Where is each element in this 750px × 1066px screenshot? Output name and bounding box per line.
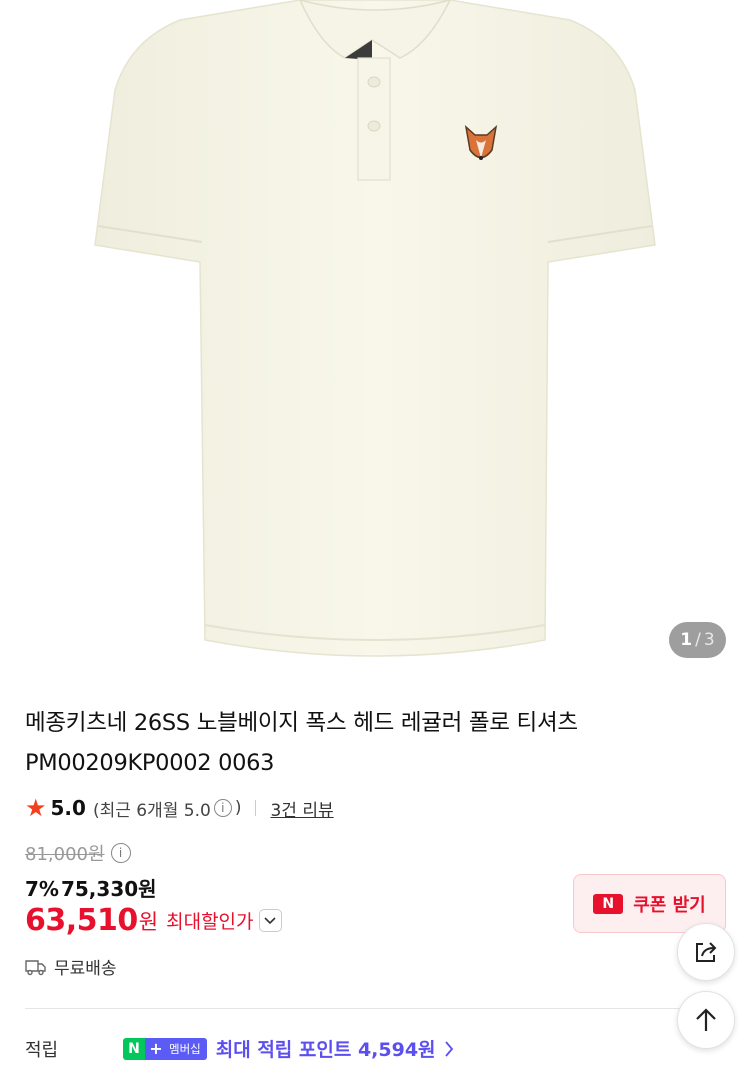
points-label: 적립 xyxy=(25,1040,59,1061)
points-link[interactable]: N + 멤버십 최대 적립 포인트 4,594원 xyxy=(123,1035,455,1062)
max-points-text: 최대 적립 포인트 4,594원 xyxy=(215,1039,436,1061)
membership-badge-label: 멤버십 xyxy=(167,1037,207,1060)
shipping-row: 무료배송 xyxy=(25,954,117,979)
max-discount-label: 최대할인가 xyxy=(166,911,254,933)
coupon-button-label: 쿠폰 받기 xyxy=(633,894,706,916)
arrow-up-icon xyxy=(696,1008,716,1031)
max-discount-price: 63,510 xyxy=(25,903,138,938)
gallery-separator: / xyxy=(695,630,701,650)
shipping-label: 무료배송 xyxy=(54,959,117,979)
scroll-to-top-button[interactable] xyxy=(677,991,735,1049)
rating-recent-suffix: ) xyxy=(234,798,242,818)
section-divider xyxy=(25,1008,725,1009)
share-icon xyxy=(696,942,717,962)
discounted-price: 75,330원 xyxy=(60,877,157,901)
product-image[interactable]: 1 / 3 xyxy=(0,0,750,678)
price-info-icon[interactable]: i xyxy=(110,843,131,863)
max-discount-unit: 원 xyxy=(138,909,159,934)
naver-n-icon: N xyxy=(593,893,624,914)
discount-percent: 7% xyxy=(25,877,59,901)
star-icon: ★ xyxy=(25,794,47,822)
discount-price-row: 7% 75,330원 xyxy=(25,873,157,902)
gallery-current-page: 1 xyxy=(680,630,693,650)
rating-info-icon[interactable]: i xyxy=(213,799,232,817)
product-title-line2: PM00209KP0002 0063 xyxy=(25,750,275,776)
plus-badge: + xyxy=(145,1037,167,1060)
max-discount-price-row[interactable]: 63,510 원 최대할인가 xyxy=(25,903,282,938)
rating-score: 5.0 xyxy=(50,796,86,820)
product-title: 메종키츠네 26SS 노블베이지 폭스 헤드 레귤러 폴로 티셔츠 PM0020… xyxy=(25,703,725,783)
gallery-total-pages: 3 xyxy=(703,630,715,650)
naver-n-badge: N xyxy=(123,1037,145,1060)
naver-plus-membership-badge: N + 멤버십 xyxy=(123,1037,207,1060)
rating-recent-prefix: (최근 6개월 5.0 xyxy=(92,800,211,821)
review-count-link[interactable]: 3건 리뷰 xyxy=(270,796,333,821)
chevron-right-icon xyxy=(444,1040,453,1057)
share-button[interactable] xyxy=(677,923,735,981)
product-title-line1: 메종키츠네 26SS 노블베이지 폭스 헤드 레귤러 폴로 티셔츠 xyxy=(25,710,578,736)
rating-row: ★ 5.0 (최근 6개월 5.0 i ) 3건 리뷰 xyxy=(25,793,334,823)
gallery-page-indicator: 1 / 3 xyxy=(669,622,726,658)
chevron-down-icon[interactable] xyxy=(258,909,282,932)
polo-shirt-illustration xyxy=(94,0,656,657)
rating-divider xyxy=(255,800,257,816)
original-price: 81,000원 xyxy=(25,844,105,865)
truck-icon xyxy=(25,959,46,975)
original-price-row: 81,000원 i xyxy=(25,840,134,866)
